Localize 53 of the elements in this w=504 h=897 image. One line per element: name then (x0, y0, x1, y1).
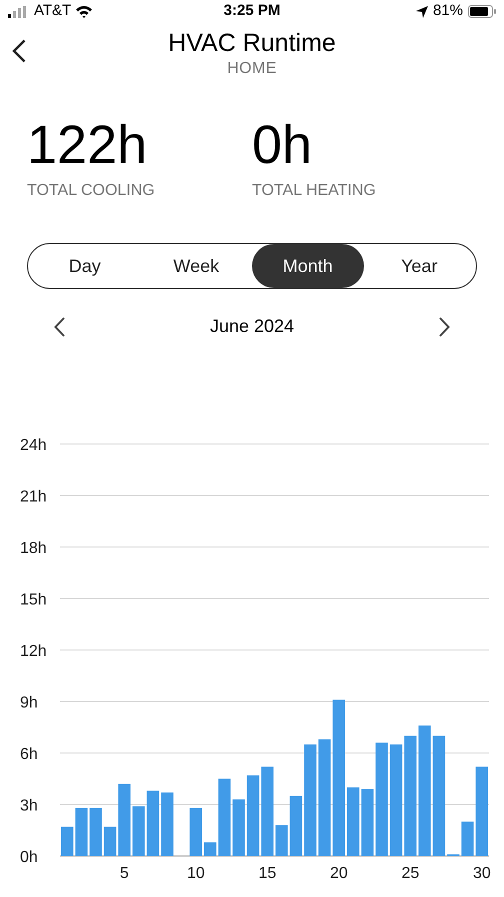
previous-period-button[interactable] (54, 316, 65, 336)
chevron-right-icon (438, 316, 450, 336)
total-value: 122h (27, 115, 148, 175)
back-chevron-icon (12, 39, 26, 63)
location-arrow-icon (416, 6, 428, 18)
runtime-bar (161, 792, 174, 856)
runtime-bar (276, 825, 288, 856)
period-tab[interactable]: Day (29, 244, 140, 288)
x-axis-label: 5 (120, 865, 129, 882)
x-axis-label: 20 (330, 865, 348, 882)
x-axis-label: 30 (472, 865, 491, 882)
next-period-button[interactable] (438, 316, 450, 336)
runtime-bar (361, 789, 374, 856)
period-label: June 2024 (210, 315, 294, 338)
period-tab[interactable]: Week (140, 244, 252, 288)
runtime-bar (146, 790, 160, 856)
battery-percentage: 81% (432, 1, 463, 22)
total-label: TOTAL COOLING (27, 181, 156, 201)
y-axis-label: 12h (20, 643, 47, 660)
wifi-icon (75, 5, 94, 18)
back-button[interactable] (12, 39, 26, 63)
y-axis-label: 9h (20, 694, 38, 712)
period-tab[interactable]: Month (252, 244, 364, 288)
total-value: 0h (252, 115, 314, 175)
runtime-bar (75, 808, 88, 856)
x-axis-label: 25 (401, 865, 420, 882)
runtime-bar (190, 808, 202, 856)
screen-title: HVAC Runtime (168, 28, 336, 59)
battery-icon (468, 5, 496, 18)
carrier-label: AT&T (34, 1, 72, 22)
runtime-bar (132, 806, 145, 856)
runtime-bar (90, 808, 102, 856)
x-axis-label: 15 (258, 865, 276, 882)
runtime-bar (104, 826, 116, 856)
runtime-bar (204, 842, 216, 856)
y-axis-label: 18h (20, 540, 47, 557)
runtime-bar (290, 796, 302, 856)
runtime-bar (461, 822, 474, 856)
runtime-bar (61, 826, 74, 856)
runtime-bar (232, 799, 245, 856)
y-axis-label: 6h (20, 746, 38, 763)
runtime-bar (347, 787, 360, 856)
period-tab[interactable]: Year (364, 244, 475, 288)
y-axis-label: 3h (20, 798, 38, 814)
y-axis-label: 21h (20, 488, 47, 506)
screen-subtitle: HOME (227, 59, 277, 79)
y-axis-label: 24h (20, 437, 47, 454)
total-label: TOTAL HEATING (252, 181, 377, 201)
y-axis-label: 0h (20, 849, 38, 866)
y-axis-label: 15h (20, 592, 47, 608)
clock: 3:25 PM (222, 1, 282, 22)
chevron-left-icon (54, 316, 65, 336)
x-axis-label: 10 (186, 865, 205, 882)
